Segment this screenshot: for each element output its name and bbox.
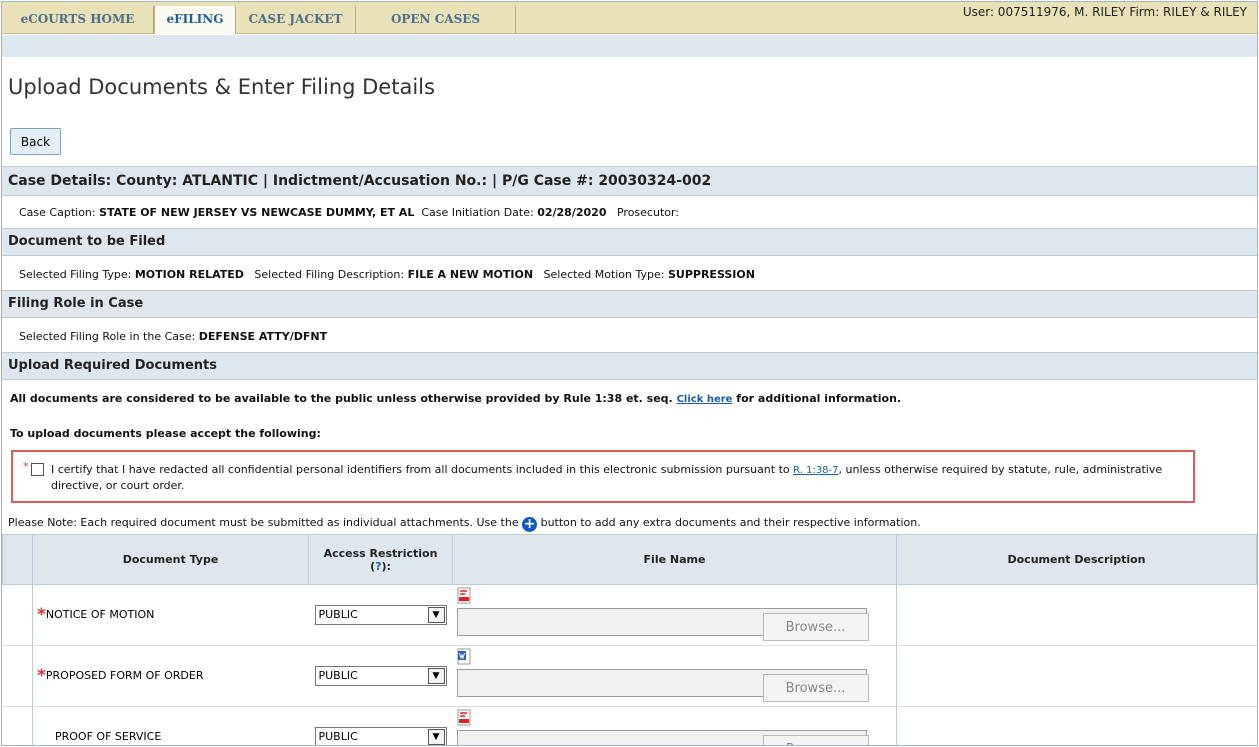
browse-button[interactable]: Browse...	[762, 674, 869, 702]
access-select[interactable]: PUBLIC ▼	[314, 727, 447, 745]
top-nav: eCOURTS HOME eFILING CASE JACKET OPEN CA…	[2, 2, 1257, 34]
filing-role-header: Filing Role in Case	[2, 290, 1257, 318]
page-title: Upload Documents & Enter Filing Details	[8, 75, 435, 99]
access-select-value: PUBLIC	[318, 669, 358, 682]
browse-button[interactable]: Browse...	[762, 735, 869, 745]
table-row: PROOF OF SERVICE PUBLIC ▼ Browse...	[2, 706, 1257, 745]
access-select[interactable]: PUBLIC ▼	[314, 605, 447, 625]
tab-case-jacket[interactable]: CASE JACKET	[236, 6, 356, 34]
tab-open-cases[interactable]: OPEN CASES	[356, 6, 516, 34]
certify-text: I certify that I have redacted all confi…	[51, 462, 1171, 493]
filing-desc-label: Selected Filing Description:	[254, 268, 405, 281]
word-icon	[457, 648, 470, 665]
rule-link[interactable]: R. 1:38-7	[793, 465, 838, 476]
public-notice-text: All documents are considered to be avail…	[10, 392, 673, 405]
note-text-pre: Please Note: Each required document must…	[8, 516, 519, 529]
case-details-header: Case Details: County: ATLANTIC | Indictm…	[2, 166, 1257, 196]
file-cell: Browse...	[452, 706, 897, 745]
document-to-file-header: Document to be Filed	[2, 228, 1257, 256]
chevron-down-icon[interactable]: ▼	[427, 729, 445, 745]
access-cell: PUBLIC ▼	[308, 584, 453, 646]
document-type-cell: *PROPOSED FORM OF ORDER	[32, 645, 309, 707]
motion-type-label: Selected Motion Type:	[543, 268, 665, 281]
tab-efiling[interactable]: eFILING	[154, 6, 236, 34]
header-gutter	[2, 534, 33, 585]
file-cell: Browse...	[452, 584, 897, 646]
pdf-icon	[457, 587, 470, 604]
table-row: *PROPOSED FORM OF ORDER PUBLIC ▼ Browse..…	[2, 645, 1257, 707]
access-select-value: PUBLIC	[318, 608, 358, 621]
row-gutter	[2, 584, 33, 646]
document-type-label: PROPOSED FORM OF ORDER	[45, 669, 204, 682]
row-gutter	[2, 645, 33, 707]
upload-header: Upload Required Documents	[2, 352, 1257, 380]
description-cell[interactable]	[896, 645, 1257, 707]
access-restriction-label: Access Restriction	[323, 546, 438, 560]
header-file-name: File Name	[452, 534, 897, 585]
row-gutter	[2, 706, 33, 745]
access-cell: PUBLIC ▼	[308, 706, 453, 745]
note-text-post: button to add any extra documents and th…	[540, 516, 921, 529]
documents-table: Document Type Access Restriction (?): Fi…	[2, 534, 1257, 745]
document-type-cell: PROOF OF SERVICE	[32, 706, 309, 745]
filing-type-label: Selected Filing Type:	[19, 268, 132, 281]
initiation-date-value: 02/28/2020	[537, 206, 607, 219]
required-star: *	[37, 605, 46, 625]
access-help-link[interactable]: ?	[375, 560, 381, 573]
document-type-label: PROOF OF SERVICE	[55, 730, 162, 743]
document-type-cell: *NOTICE OF MOTION	[32, 584, 309, 646]
case-caption-row: Case Caption: STATE OF NEW JERSEY VS NEW…	[19, 206, 679, 219]
required-star: *	[37, 666, 46, 686]
certification-box: * I certify that I have redacted all con…	[11, 450, 1195, 503]
tab-ecourts-home[interactable]: eCOURTS HOME	[2, 6, 154, 34]
table-header-row: Document Type Access Restriction (?): Fi…	[2, 534, 1257, 585]
case-caption-value: STATE OF NEW JERSEY VS NEWCASE DUMMY, ET…	[99, 206, 415, 219]
user-info: User: 007511976, M. RILEY Firm: RILEY & …	[962, 5, 1247, 19]
file-cell: Browse...	[452, 645, 897, 707]
header-document-description: Document Description	[896, 534, 1257, 585]
accept-prompt: To upload documents please accept the fo…	[10, 427, 321, 440]
header-document-type: Document Type	[32, 534, 309, 585]
pdf-icon	[457, 709, 470, 726]
certify-checkbox[interactable]	[31, 463, 44, 476]
table-row: *NOTICE OF MOTION PUBLIC ▼ Browse...	[2, 584, 1257, 646]
add-document-icon[interactable]: +	[522, 517, 538, 532]
filing-role-label: Selected Filing Role in the Case:	[19, 330, 196, 343]
prosecutor-label: Prosecutor:	[616, 206, 680, 219]
click-here-link[interactable]: Click here	[677, 394, 733, 405]
chevron-down-icon[interactable]: ▼	[427, 607, 445, 623]
required-star: *	[23, 460, 29, 473]
document-type-label: NOTICE OF MOTION	[45, 608, 155, 621]
filing-type-value: MOTION RELATED	[134, 268, 244, 281]
public-notice-post: for additional information.	[736, 392, 902, 405]
access-select-value: PUBLIC	[318, 730, 358, 743]
please-note: Please Note: Each required document must…	[8, 516, 921, 532]
access-select[interactable]: PUBLIC ▼	[314, 666, 447, 686]
header-access-restriction: Access Restriction (?):	[308, 534, 453, 585]
browse-button[interactable]: Browse...	[762, 613, 869, 641]
access-cell: PUBLIC ▼	[308, 645, 453, 707]
description-cell[interactable]	[896, 584, 1257, 646]
certify-text-pre: I certify that I have redacted all confi…	[51, 463, 790, 476]
app-frame: eCOURTS HOME eFILING CASE JACKET OPEN CA…	[1, 1, 1258, 746]
back-button[interactable]: Back	[10, 128, 61, 155]
initiation-date-label: Case Initiation Date:	[421, 206, 534, 219]
motion-type-value: SUPPRESSION	[667, 268, 755, 281]
filing-role-value: DEFENSE ATTY/DFNT	[198, 330, 328, 343]
filing-role-row: Selected Filing Role in the Case: DEFENS…	[19, 330, 327, 343]
case-caption-label: Case Caption:	[19, 206, 96, 219]
chevron-down-icon[interactable]: ▼	[427, 668, 445, 684]
filing-desc-value: FILE A NEW MOTION	[407, 268, 534, 281]
filing-type-row: Selected Filing Type: MOTION RELATED Sel…	[19, 268, 755, 281]
description-cell[interactable]	[896, 706, 1257, 745]
public-notice: All documents are considered to be avail…	[10, 392, 901, 405]
sub-bar	[2, 35, 1257, 57]
